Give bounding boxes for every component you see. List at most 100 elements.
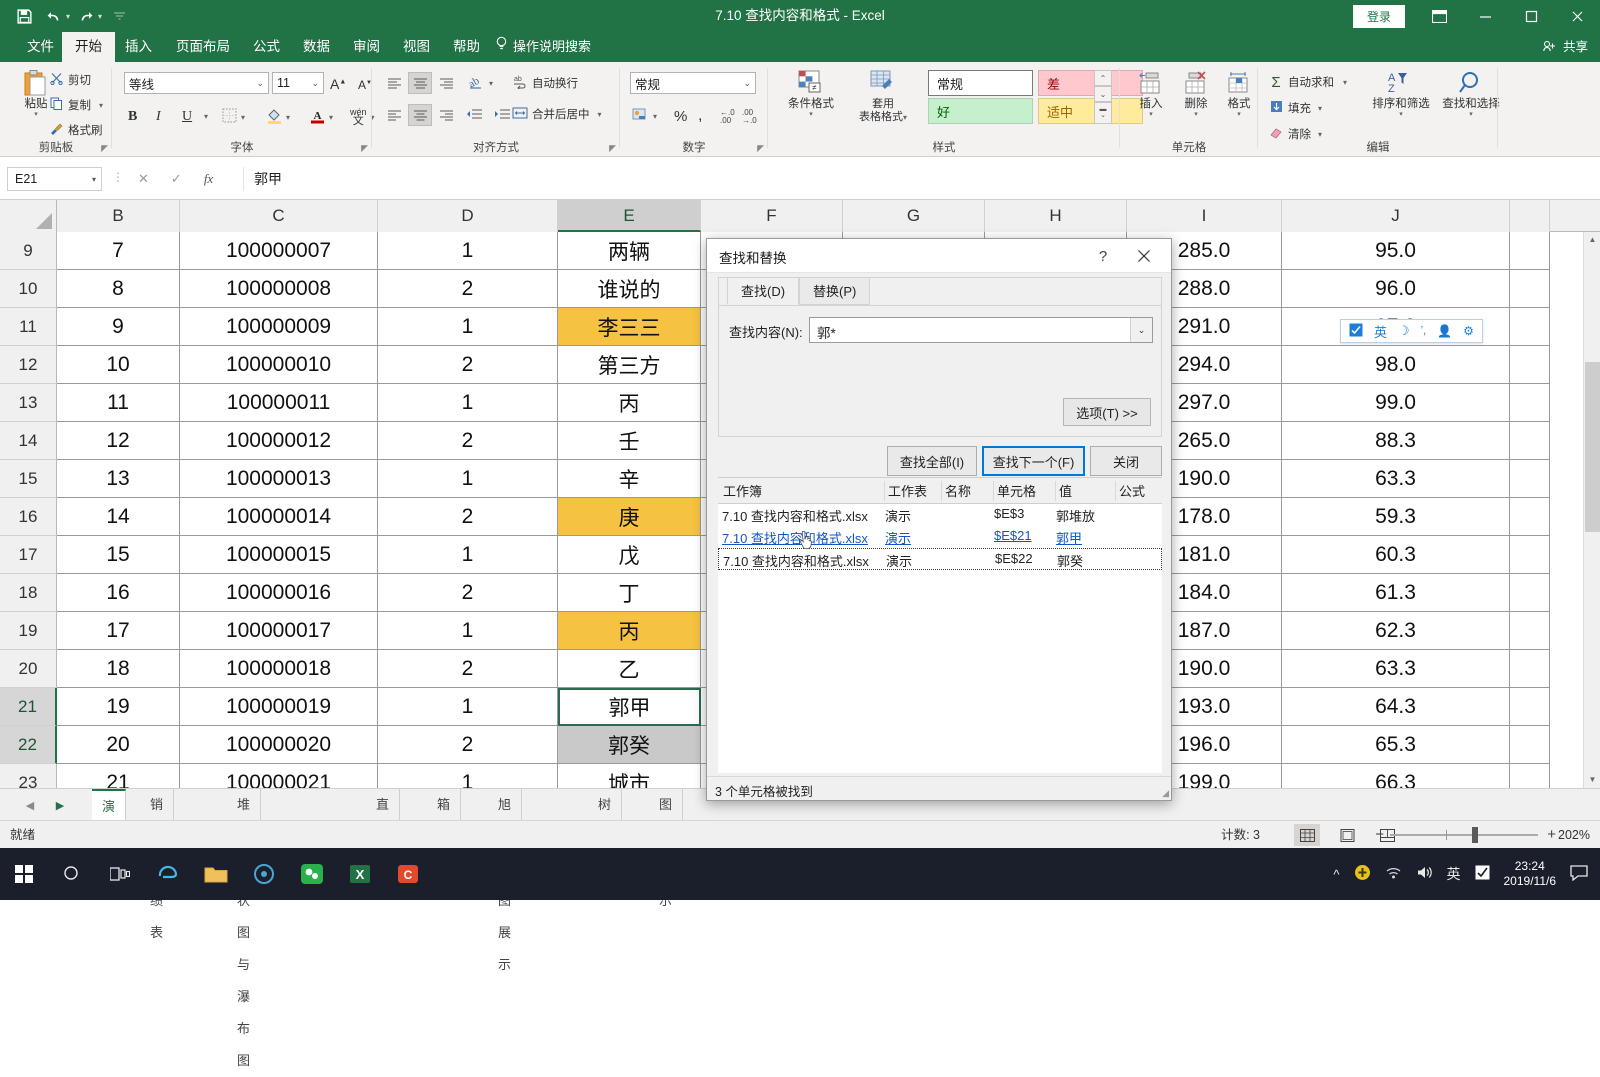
- cell-J20[interactable]: 63.3: [1282, 650, 1510, 688]
- row-header-13[interactable]: 13: [0, 384, 57, 422]
- ribbon-tab-view[interactable]: 视图: [390, 32, 443, 62]
- styles-scroll-down-button[interactable]: ⌄: [1094, 86, 1112, 102]
- cell-B22[interactable]: 20: [57, 726, 180, 764]
- cell-C11[interactable]: 100000009: [180, 308, 378, 346]
- cell-D21[interactable]: 1: [378, 688, 558, 726]
- underline-button[interactable]: U: [182, 107, 192, 127]
- row-header-12[interactable]: 12: [0, 346, 57, 384]
- taskbar-clock[interactable]: 23:24 2019/11/6: [1504, 859, 1557, 889]
- cell-B20[interactable]: 18: [57, 650, 180, 688]
- find-what-combo[interactable]: 郭* ⌄: [809, 317, 1153, 343]
- taskbar-app-excel[interactable]: X: [336, 848, 384, 900]
- column-header-F[interactable]: F: [701, 200, 843, 232]
- accounting-dropdown-icon[interactable]: ▾: [653, 112, 657, 121]
- decrease-indent-button[interactable]: [466, 106, 483, 126]
- cell-D19[interactable]: 1: [378, 612, 558, 650]
- ribbon-tab-data[interactable]: 数据: [290, 32, 343, 62]
- zoom-slider[interactable]: [1390, 827, 1538, 843]
- ime-halfwidth-icon[interactable]: ☽: [1398, 323, 1410, 339]
- cell-J22[interactable]: 65.3: [1282, 726, 1510, 764]
- underline-dropdown-icon[interactable]: ▾: [204, 112, 208, 121]
- dialog-title-bar[interactable]: 查找和替换 ?: [707, 239, 1171, 273]
- cell-E17[interactable]: 戊: [558, 536, 701, 574]
- cell-K15[interactable]: [1510, 460, 1550, 498]
- row-header-17[interactable]: 17: [0, 536, 57, 574]
- cell-D13[interactable]: 1: [378, 384, 558, 422]
- cell-E18[interactable]: 丁: [558, 574, 701, 612]
- zoom-level[interactable]: 202%: [1558, 821, 1590, 849]
- cell-J19[interactable]: 62.3: [1282, 612, 1510, 650]
- table-dropdown-icon[interactable]: ▾: [903, 113, 907, 122]
- cell-style-good[interactable]: 好: [928, 98, 1033, 124]
- align-center-button[interactable]: [408, 104, 432, 126]
- cell-D12[interactable]: 2: [378, 346, 558, 384]
- chevron-down-icon[interactable]: ⌄: [256, 78, 264, 89]
- cell-B14[interactable]: 12: [57, 422, 180, 460]
- row-header-19[interactable]: 19: [0, 612, 57, 650]
- sheet-tab-7[interactable]: 图表展示: [649, 789, 684, 908]
- ime-language-label[interactable]: 英: [1374, 322, 1387, 341]
- orientation-button[interactable]: ab ▾: [467, 73, 493, 93]
- results-col-sheet[interactable]: 工作表: [885, 481, 942, 501]
- ime-settings-icon[interactable]: ⚙: [1463, 324, 1474, 338]
- sheet-tab-3[interactable]: 直方图: [366, 789, 401, 876]
- sheet-tab-4[interactable]: 箱形图: [427, 789, 462, 876]
- cell-J15[interactable]: 63.3: [1282, 460, 1510, 498]
- font-dialog-launcher-icon[interactable]: ◤: [361, 143, 368, 154]
- cell-K18[interactable]: [1510, 574, 1550, 612]
- format-cells-button[interactable]: 格式 ▾: [1218, 68, 1260, 118]
- cell-D23[interactable]: 1: [378, 764, 558, 788]
- cell-B17[interactable]: 15: [57, 536, 180, 574]
- format-as-table-button[interactable]: 套用 表格格式▾: [850, 68, 916, 124]
- cell-D14[interactable]: 2: [378, 422, 558, 460]
- scrollbar-thumb[interactable]: [1585, 362, 1600, 532]
- cell-J17[interactable]: 60.3: [1282, 536, 1510, 574]
- sheet-tab-6[interactable]: 树状图: [588, 789, 623, 876]
- column-header-K[interactable]: [1510, 200, 1550, 232]
- comma-style-button[interactable]: ,: [698, 106, 702, 126]
- cell-style-normal[interactable]: 常规: [928, 70, 1033, 96]
- font-size-combo[interactable]: 11 ⌄: [272, 72, 324, 94]
- cell-J13[interactable]: 99.0: [1282, 384, 1510, 422]
- sheet-prev-button[interactable]: ◀: [20, 795, 40, 815]
- cell-D16[interactable]: 2: [378, 498, 558, 536]
- find-next-button[interactable]: 查找下一个(F): [982, 446, 1085, 476]
- ribbon-tab-home[interactable]: 开始: [62, 32, 115, 62]
- paste-dropdown-icon[interactable]: ▾: [34, 111, 38, 118]
- share-button[interactable]: 共享: [1542, 32, 1588, 62]
- column-header-B[interactable]: B: [57, 200, 180, 232]
- chevron-down-icon[interactable]: ⌄: [1130, 318, 1152, 342]
- chevron-down-icon[interactable]: ▾: [92, 175, 96, 184]
- results-col-workbook[interactable]: 工作簿: [720, 481, 885, 501]
- cell-K16[interactable]: [1510, 498, 1550, 536]
- cell-C20[interactable]: 100000018: [180, 650, 378, 688]
- ime-language-toolbar[interactable]: 英 ☽ ʼ, 👤 ⚙: [1340, 319, 1483, 343]
- find-select-button[interactable]: 查找和选择 ▾: [1438, 68, 1504, 118]
- cell-E14[interactable]: 壬: [558, 422, 701, 460]
- find-what-input[interactable]: 郭*: [817, 322, 836, 342]
- cell-K23[interactable]: [1510, 764, 1550, 788]
- taskbar-app-wechat[interactable]: [288, 848, 336, 900]
- tell-me-search[interactable]: 操作说明搜索: [495, 32, 591, 62]
- fill-dropdown-icon[interactable]: ▾: [1318, 104, 1322, 113]
- find-dropdown-icon[interactable]: ▾: [1469, 111, 1473, 118]
- row-header-11[interactable]: 11: [0, 308, 57, 346]
- column-header-G[interactable]: G: [843, 200, 985, 232]
- minimize-button[interactable]: [1462, 0, 1508, 32]
- cell-K19[interactable]: [1510, 612, 1550, 650]
- row-header-15[interactable]: 15: [0, 460, 57, 498]
- alignment-dialog-launcher-icon[interactable]: ◤: [609, 143, 616, 154]
- cell-B19[interactable]: 17: [57, 612, 180, 650]
- cell-E12[interactable]: 第三方: [558, 346, 701, 384]
- borders-button[interactable]: ▾: [222, 107, 245, 127]
- chevron-down-icon[interactable]: ⌄: [743, 78, 751, 89]
- cell-B12[interactable]: 10: [57, 346, 180, 384]
- styles-more-button[interactable]: ▬ ⌄: [1094, 102, 1112, 124]
- sort-filter-button[interactable]: AZ 排序和筛选 ▾: [1368, 68, 1434, 118]
- ribbon-tab-formulas[interactable]: 公式: [240, 32, 293, 62]
- cell-E20[interactable]: 乙: [558, 650, 701, 688]
- maximize-button[interactable]: [1508, 0, 1554, 32]
- fill-color-dropdown-icon[interactable]: ▾: [286, 113, 290, 122]
- styles-scroll-up-button[interactable]: ⌃: [1094, 70, 1112, 86]
- close-button[interactable]: [1554, 0, 1600, 32]
